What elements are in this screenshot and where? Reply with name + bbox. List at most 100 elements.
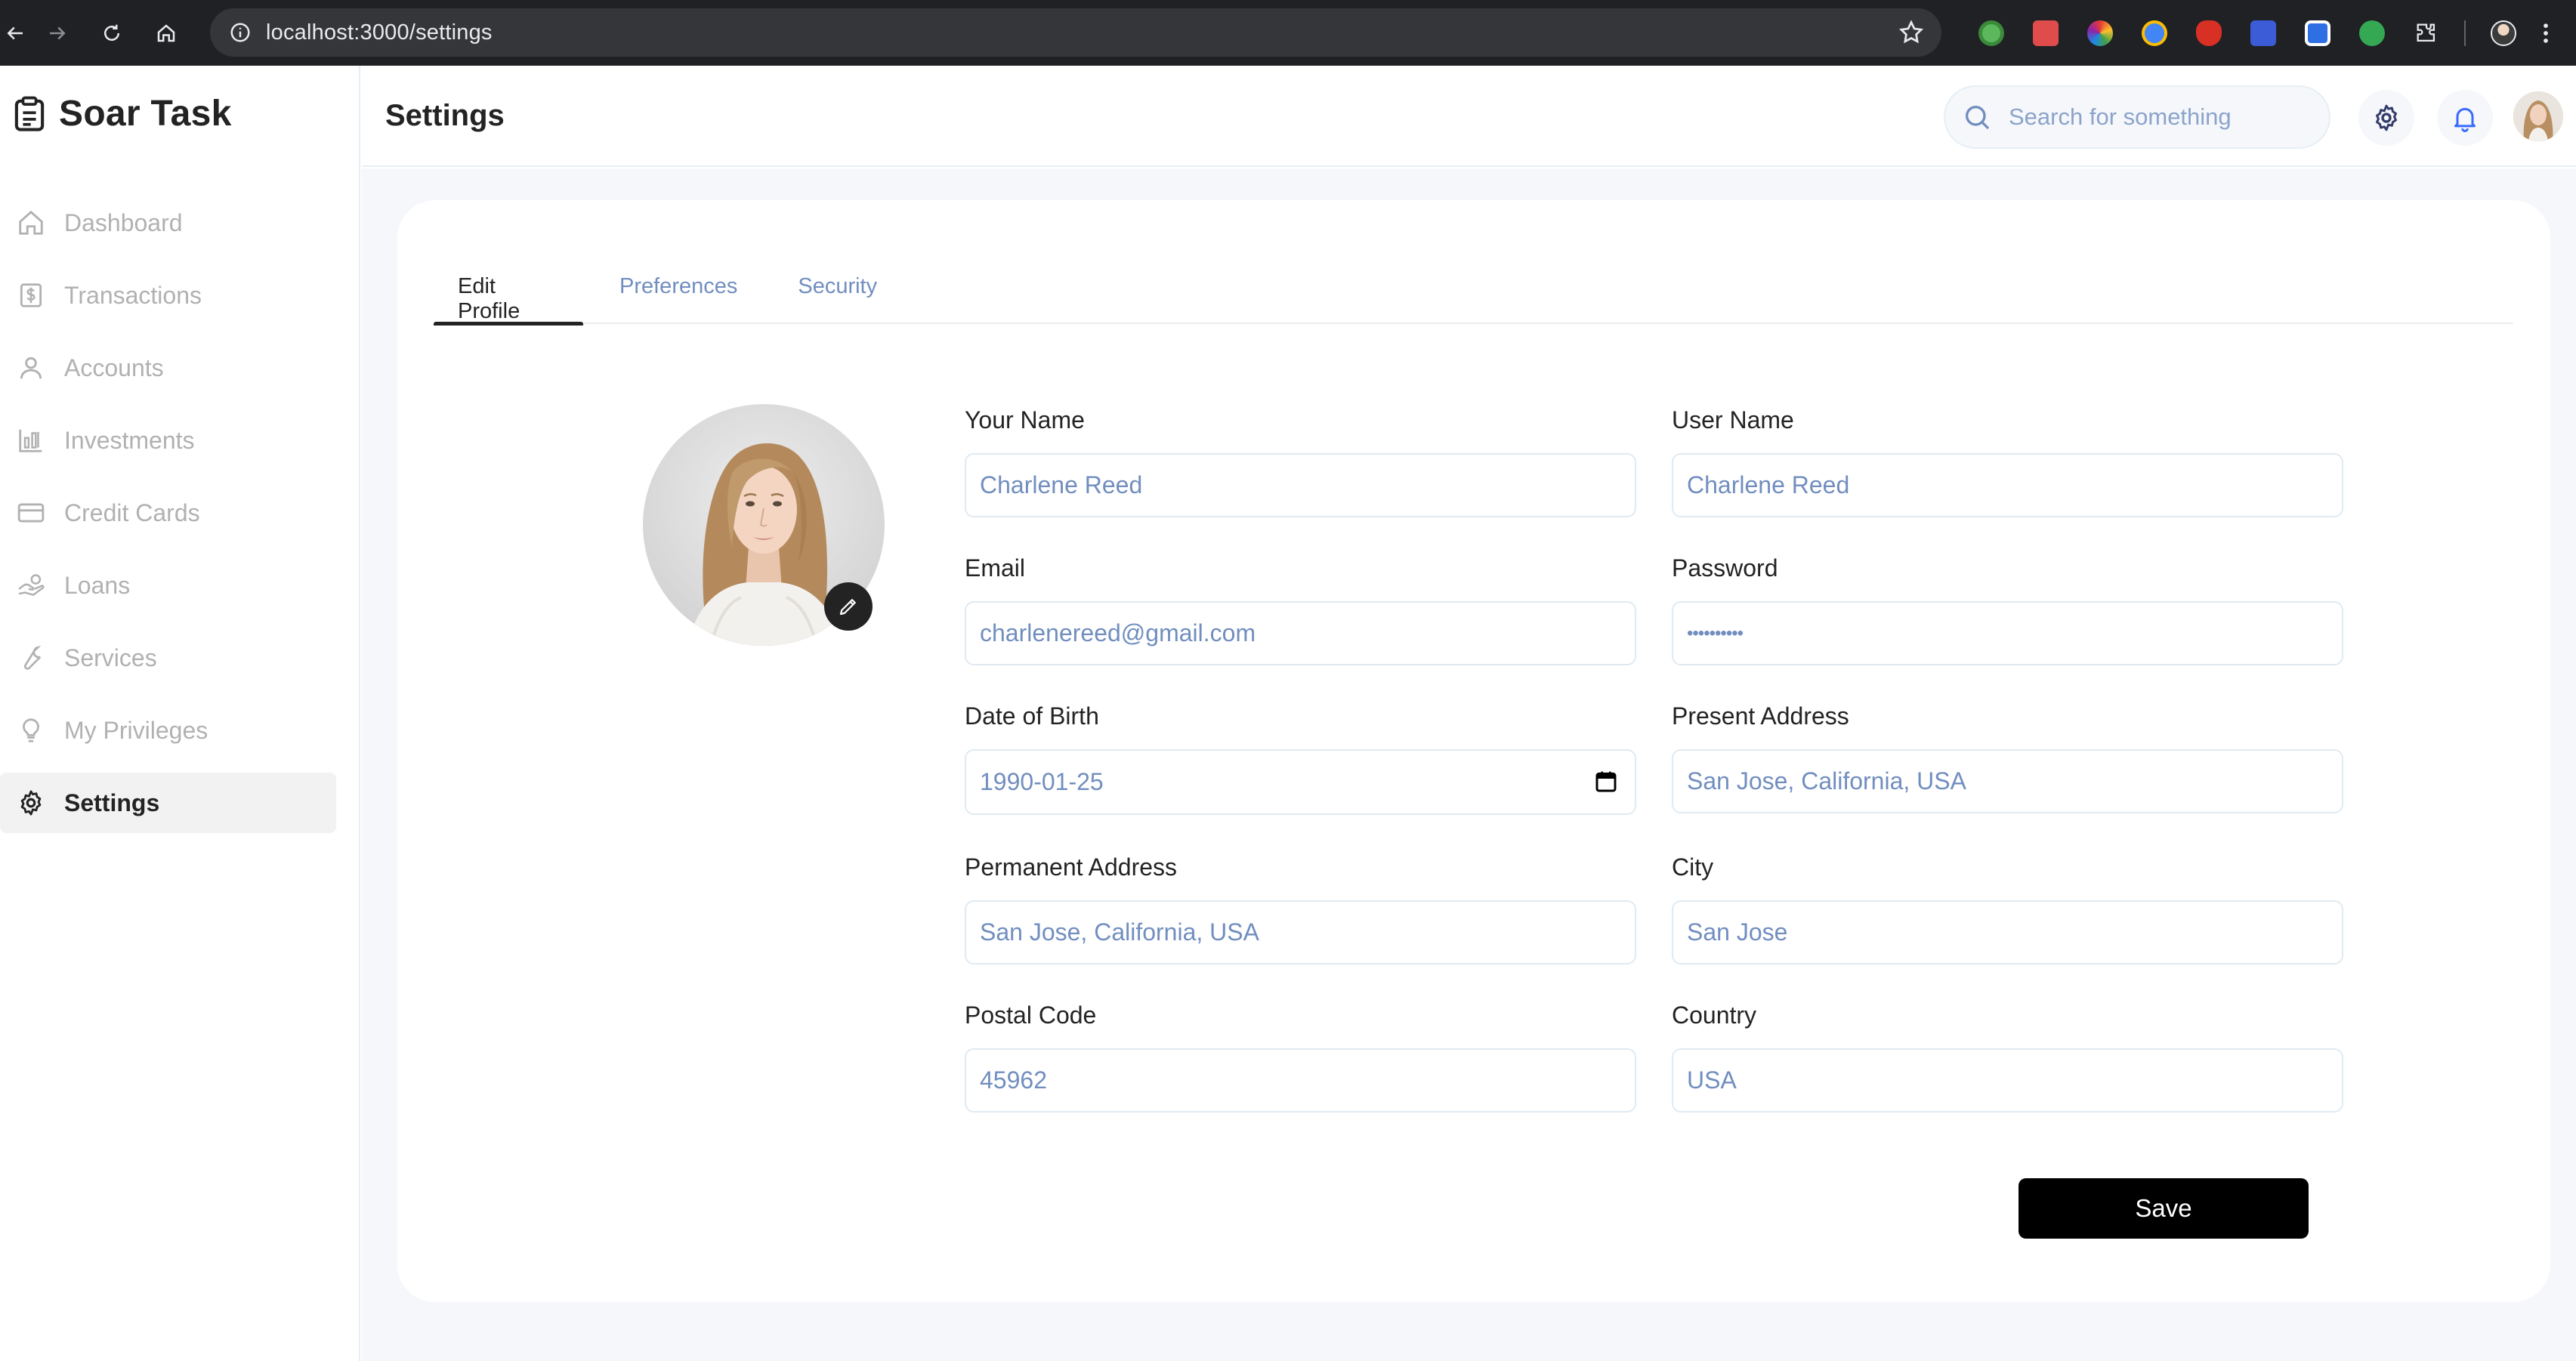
field-value: Charlene Reed [980,471,1143,498]
extensions-bar [1964,0,2561,66]
tab-security[interactable]: Security [798,255,877,324]
service-icon [23,645,42,670]
field-value: San Jose, California, USA [980,918,1259,946]
browser-chrome: localhost:3000/settings [0,0,2576,66]
field-value: charlenereed@gmail.com [980,619,1256,647]
bell-icon [2454,107,2476,132]
profile-avatar-icon[interactable] [2476,0,2531,66]
brand-logo[interactable]: Soar Task [14,93,232,134]
permanent-address-input[interactable]: San Jose, California, USA [965,900,1636,964]
sidebar-item-credit-cards[interactable]: Credit Cards [0,483,360,543]
sidebar-item-label: Accounts [64,353,164,381]
forward-icon[interactable] [30,0,85,66]
menu-dots-icon[interactable] [2531,0,2561,66]
email-field: Email charlenereed@gmail.com [965,554,1636,665]
lightbulb-icon [23,718,39,742]
gear-icon [2376,104,2397,131]
avatar[interactable] [2513,91,2563,141]
reload-icon[interactable] [85,0,139,66]
permanent-address-field: Permanent Address San Jose, California, … [965,853,1636,964]
date-of-birth-field: Date of Birth 1990-01-25 [965,702,1636,815]
password-field: Password •••••••••• [1672,554,2343,665]
field-label: Postal Code [965,1001,1097,1029]
extension-icon[interactable] [2236,0,2290,66]
password-input[interactable]: •••••••••• [1672,601,2343,665]
sidebar-item-label: Settings [64,789,160,816]
search-bar[interactable] [1944,85,2330,149]
settings-button[interactable] [2358,90,2414,146]
field-label: Country [1672,1001,1757,1029]
city-field: City San Jose [1672,853,2343,964]
sidebar-item-transactions[interactable]: Transactions [0,265,360,326]
sidebar-item-settings[interactable]: Settings [0,773,336,833]
sidebar-item-loans[interactable]: Loans [0,555,360,616]
present-address-input[interactable]: San Jose, California, USA [1672,749,2343,813]
sidebar-item-label: Dashboard [64,208,183,236]
notifications-button[interactable] [2437,90,2493,146]
country-field: Country USA [1672,1001,2343,1113]
tab-label: Security [798,274,878,298]
home-browser-icon[interactable] [139,0,193,66]
brand-name: Soar Task [59,94,232,134]
sidebar-item-dashboard[interactable]: Dashboard [0,193,360,253]
puzzle-icon[interactable] [2399,0,2454,66]
site-info-icon[interactable] [218,8,263,57]
field-label: Permanent Address [965,853,1178,881]
top-header: Settings [362,66,2576,167]
field-value: USA [1687,1066,1737,1094]
tab-edit-profile[interactable]: Edit Profile [434,255,583,326]
extension-icon[interactable] [2182,0,2236,66]
search-icon [1966,106,1990,130]
field-value: 1990-01-25 [980,768,1104,795]
edit-photo-button[interactable] [824,582,873,631]
field-label: User Name [1672,406,1794,434]
sidebar: Soar Task Dashboard Transactions Account… [0,66,360,1361]
postal-code-input[interactable]: 45962 [965,1048,1636,1113]
main-content: Edit Profile Preferences Security Your N… [362,168,2576,1361]
sidebar-item-label: Transactions [64,281,202,309]
user-icon [20,356,42,379]
field-label: Date of Birth [965,702,1099,730]
calendar-icon[interactable] [1594,770,1618,794]
address-bar[interactable]: localhost:3000/settings [210,8,1941,57]
field-label: Email [965,554,1026,582]
tab-preferences[interactable]: Preferences [619,255,737,324]
extension-icon[interactable] [2073,0,2127,66]
extension-icon[interactable] [2018,0,2073,66]
back-icon[interactable] [0,0,30,66]
sidebar-item-label: Credit Cards [64,498,200,526]
sidebar-nav: Dashboard Transactions Accounts Investme… [0,193,360,845]
field-label: Your Name [965,406,1085,434]
bookmark-star-icon[interactable] [1898,19,1925,46]
field-value: •••••••••• [1687,622,1744,643]
field-value: San Jose [1687,918,1788,946]
pencil-icon [839,599,856,616]
search-input[interactable] [2009,103,2311,131]
field-label: Present Address [1672,702,1849,730]
sidebar-item-label: My Privileges [64,716,208,744]
toolbar-divider [2464,20,2466,46]
save-button[interactable]: Save [2018,1178,2309,1239]
user-name-input[interactable]: Charlene Reed [1672,453,2343,517]
extension-icon[interactable] [2127,0,2182,66]
clipboard-icon [14,96,45,131]
email-input[interactable]: charlenereed@gmail.com [965,601,1636,665]
sidebar-item-services[interactable]: Services [0,628,360,688]
extension-icon[interactable] [1964,0,2018,66]
present-address-field: Present Address San Jose, California, US… [1672,702,2343,813]
sidebar-item-label: Loans [64,571,131,599]
field-label: City [1672,853,1714,881]
city-input[interactable]: San Jose [1672,900,2343,964]
extension-icon[interactable] [2290,0,2345,66]
settings-tabs: Edit Profile Preferences Security [434,255,2513,326]
extension-icon[interactable] [2345,0,2399,66]
sidebar-item-label: Investments [64,426,195,454]
sidebar-item-my-privileges[interactable]: My Privileges [0,700,360,761]
profile-photo-container [643,404,885,646]
date-of-birth-input[interactable]: 1990-01-25 [965,749,1636,815]
sidebar-item-accounts[interactable]: Accounts [0,338,360,398]
country-input[interactable]: USA [1672,1048,2343,1113]
url-text[interactable]: localhost:3000/settings [266,20,493,45]
your-name-input[interactable]: Charlene Reed [965,453,1636,517]
sidebar-item-investments[interactable]: Investments [0,410,360,471]
